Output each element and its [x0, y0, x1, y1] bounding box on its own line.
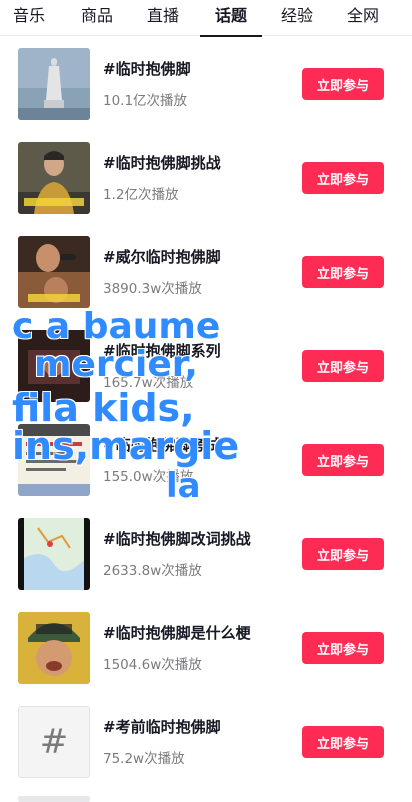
topic-tabs: 音乐 商品 直播 话题 经验 全网 — [0, 0, 412, 37]
topic-play-count: 10.1亿次播放 — [103, 93, 188, 109]
tab-all-web[interactable]: 全网 — [334, 0, 392, 36]
join-button[interactable]: 立即参与 — [302, 538, 384, 570]
topic-thumbnail-exam-note[interactable] — [18, 424, 90, 496]
list-item[interactable]: #临时抱佛脚考试 155.0w次播放 立即参与 — [0, 413, 412, 507]
topic-thumbnail-person-hoodie[interactable] — [18, 142, 90, 214]
list-item[interactable]: #威尔临时抱佛脚 3890.3w次播放 立即参与 — [0, 225, 412, 319]
topic-play-count: 2633.8w次播放 — [103, 563, 202, 579]
hashtag-icon: # — [18, 706, 90, 778]
topic-play-count: 155.0w次播放 — [103, 469, 194, 485]
list-item[interactable]: #临时抱佛脚改词挑战 2633.8w次播放 立即参与 — [0, 507, 412, 601]
topic-title[interactable]: #临时抱佛脚挑战 — [103, 152, 221, 173]
tab-live[interactable]: 直播 — [134, 0, 192, 36]
tab-topics[interactable]: 话题 — [200, 0, 262, 37]
topic-play-count: 165.7w次播放 — [103, 375, 194, 391]
tab-music[interactable]: 音乐 — [0, 0, 58, 36]
topic-list: #临时抱佛脚 10.1亿次播放 立即参与 #临时抱佛脚挑战 1.2亿次播放 立即… — [0, 37, 412, 789]
topic-thumbnail-dark-scene[interactable] — [18, 330, 90, 402]
tab-experience[interactable]: 经验 — [268, 0, 326, 36]
join-button[interactable]: 立即参与 — [302, 68, 384, 100]
topic-title[interactable]: #临时抱佛脚改词挑战 — [103, 528, 251, 549]
topic-title[interactable]: #考前临时抱佛脚 — [103, 716, 221, 737]
topic-thumbnail-map[interactable] — [18, 518, 90, 590]
topic-title[interactable]: #威尔临时抱佛脚 — [103, 246, 221, 267]
list-item[interactable]: #临时抱佛脚挑战 1.2亿次播放 立即参与 — [0, 131, 412, 225]
list-item[interactable]: #临时抱佛脚是什么梗 1504.6w次播放 立即参与 — [0, 601, 412, 695]
topic-play-count: 1.2亿次播放 — [103, 187, 179, 203]
topic-thumbnail-statue[interactable] — [18, 48, 90, 120]
list-item[interactable]: #临时抱佛脚 10.1亿次播放 立即参与 — [0, 37, 412, 131]
join-button[interactable]: 立即参与 — [302, 726, 384, 758]
join-button[interactable]: 立即参与 — [302, 350, 384, 382]
list-item[interactable]: #临时抱佛脚系列 165.7w次播放 立即参与 — [0, 319, 412, 413]
join-button[interactable]: 立即参与 — [302, 162, 384, 194]
topic-play-count: 75.2w次播放 — [103, 751, 185, 767]
topic-title[interactable]: #临时抱佛脚是什么梗 — [103, 622, 251, 643]
topic-thumbnail-person-mic[interactable] — [18, 236, 90, 308]
next-item-thumbnail-edge — [18, 796, 90, 802]
topic-title[interactable]: #临时抱佛脚系列 — [103, 340, 221, 361]
topic-thumbnail-person-cap[interactable] — [18, 612, 90, 684]
topic-play-count: 1504.6w次播放 — [103, 657, 202, 673]
topic-thumbnail-hash[interactable]: # — [18, 706, 90, 778]
join-button[interactable]: 立即参与 — [302, 256, 384, 288]
list-item[interactable]: # #考前临时抱佛脚 75.2w次播放 立即参与 — [0, 695, 412, 789]
topic-play-count: 3890.3w次播放 — [103, 281, 202, 297]
topic-title[interactable]: #临时抱佛脚考试 — [103, 434, 221, 455]
join-button[interactable]: 立即参与 — [302, 632, 384, 664]
join-button[interactable]: 立即参与 — [302, 444, 384, 476]
tab-products[interactable]: 商品 — [68, 0, 126, 36]
topic-title[interactable]: #临时抱佛脚 — [103, 58, 191, 79]
